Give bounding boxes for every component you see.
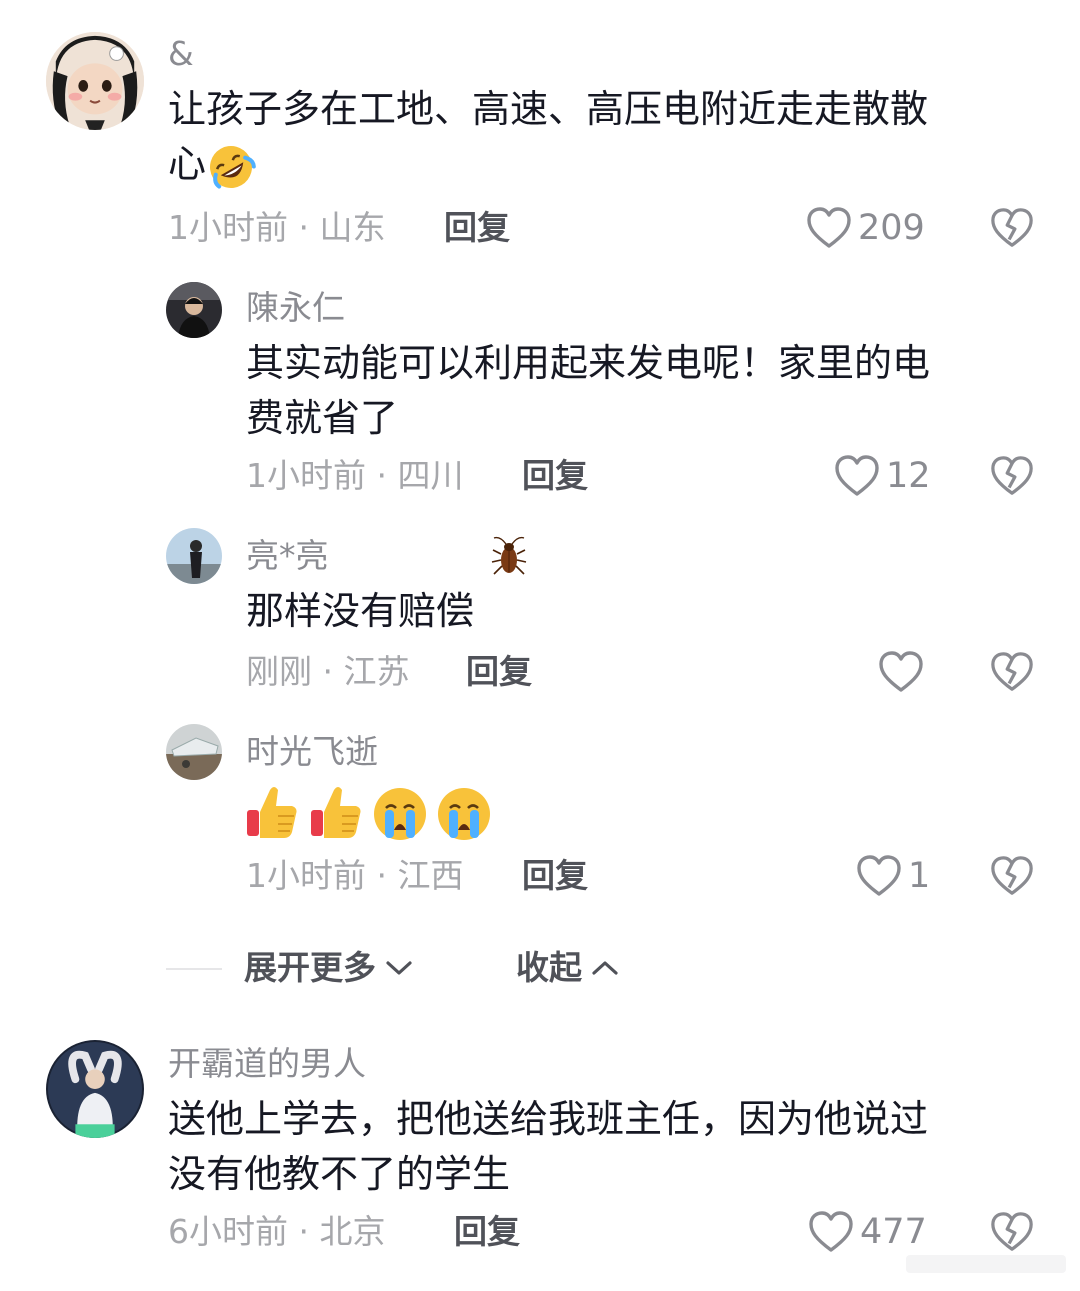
rolling-on-floor-laughing-emoji bbox=[206, 142, 256, 192]
heart-icon bbox=[857, 855, 901, 896]
avatar-image bbox=[46, 1040, 144, 1138]
heart-icon bbox=[879, 651, 923, 692]
reply-button[interactable]: 回复 bbox=[454, 1212, 520, 1252]
thumbs-up-emoji bbox=[311, 787, 361, 838]
comment-text: 送他上学去，把他送给我班主任，因为他说过 没有他教不了的学生 bbox=[168, 1092, 1048, 1202]
watermark bbox=[906, 1249, 1066, 1279]
dislike-button[interactable] bbox=[990, 206, 1034, 250]
chevron-up-icon bbox=[592, 961, 618, 975]
broken-heart-icon bbox=[991, 652, 1033, 691]
broken-heart-icon bbox=[991, 208, 1033, 247]
comment-username[interactable]: & bbox=[168, 34, 194, 74]
reply-text-line: 费就省了 bbox=[246, 396, 399, 440]
avatar-image bbox=[166, 282, 222, 338]
dislike-button[interactable] bbox=[990, 650, 1034, 694]
avatar[interactable] bbox=[166, 282, 222, 338]
reply-button[interactable]: 回复 bbox=[444, 208, 510, 248]
reply-button[interactable]: 回复 bbox=[522, 856, 588, 896]
comment-time-location: 1小时前 · 山东 bbox=[168, 208, 386, 247]
heart-icon bbox=[809, 1211, 853, 1252]
comment-text: 让孩子多在工地、高速、高压电附近走走散散 心 bbox=[168, 82, 1028, 192]
reply-button[interactable]: 回复 bbox=[466, 652, 532, 692]
reply-item: 时光飞逝 1小时前 · 江西 回复 1 bbox=[0, 716, 1080, 916]
avatar-image bbox=[46, 32, 144, 130]
reply-text: 其实动能可以利用起来发电呢！家里的电 费就省了 bbox=[246, 336, 1046, 446]
chevron-down-icon bbox=[386, 961, 412, 975]
like-button[interactable]: 1 bbox=[856, 852, 930, 900]
dislike-button[interactable] bbox=[990, 854, 1034, 898]
reply-button[interactable]: 回复 bbox=[522, 456, 588, 496]
cockroach-icon bbox=[490, 536, 528, 578]
reply-username[interactable]: 亮*亮 bbox=[246, 536, 329, 576]
loudly-crying-face-emoji bbox=[438, 788, 490, 840]
reply-username[interactable]: 时光飞逝 bbox=[246, 732, 378, 772]
collapse-label: 收起 bbox=[516, 948, 582, 987]
avatar-image bbox=[166, 528, 222, 584]
comment-text-line: 没有他教不了的学生 bbox=[168, 1152, 511, 1196]
comment-username[interactable]: 开霸道的男人 bbox=[168, 1044, 366, 1084]
avatar[interactable] bbox=[46, 1040, 144, 1138]
reply-item: 亮*亮 那样没有赔偿 刚刚 · 江苏 回复 bbox=[0, 520, 1080, 700]
expand-more-button[interactable]: 展开更多 bbox=[244, 948, 414, 988]
reply-username[interactable]: 陳永仁 bbox=[246, 288, 345, 328]
comment-text-line: 心 bbox=[168, 137, 1028, 192]
reply-text: 那样没有赔偿 bbox=[246, 584, 1046, 639]
reply-emoji-row bbox=[244, 784, 492, 846]
reply-text-line: 其实动能可以利用起来发电呢！家里的电 bbox=[246, 341, 931, 385]
avatar[interactable] bbox=[46, 32, 144, 130]
dislike-button[interactable] bbox=[990, 454, 1034, 498]
comment-text-tail: 心 bbox=[168, 142, 207, 186]
broken-heart-icon bbox=[991, 1212, 1033, 1251]
heart-icon bbox=[807, 207, 851, 248]
heart-icon bbox=[835, 455, 879, 496]
thumbs-up-emoji bbox=[247, 787, 297, 838]
loudly-crying-face-emoji bbox=[374, 788, 426, 840]
like-count: 209 bbox=[858, 208, 925, 248]
like-count: 1 bbox=[908, 856, 931, 896]
like-button[interactable]: 12 bbox=[834, 452, 931, 500]
broken-heart-icon bbox=[991, 456, 1033, 495]
like-button[interactable] bbox=[878, 648, 930, 696]
reply-time-location: 1小时前 · 四川 bbox=[246, 456, 464, 495]
avatar-image bbox=[166, 724, 222, 780]
dislike-button[interactable] bbox=[990, 1210, 1034, 1254]
comment-text-line: 送他上学去，把他送给我班主任，因为他说过 bbox=[168, 1097, 929, 1141]
reply-item: 陳永仁 其实动能可以利用起来发电呢！家里的电 费就省了 1小时前 · 四川 回复… bbox=[0, 270, 1080, 510]
expand-more-label: 展开更多 bbox=[244, 948, 376, 987]
comment-item: & 让孩子多在工地、高速、高压电附近走走散散 心 1小时前 · 山东 回复 20… bbox=[0, 0, 1080, 260]
reply-time-location: 刚刚 · 江苏 bbox=[246, 652, 410, 691]
reply-time-location: 1小时前 · 江西 bbox=[246, 856, 464, 895]
divider-line bbox=[166, 968, 222, 970]
comment-text-line: 让孩子多在工地、高速、高压电附近走走散散 bbox=[168, 87, 929, 131]
avatar[interactable] bbox=[166, 528, 222, 584]
comment-time-location: 6小时前 · 北京 bbox=[168, 1212, 386, 1251]
like-count: 12 bbox=[886, 456, 931, 496]
avatar[interactable] bbox=[166, 724, 222, 780]
broken-heart-icon bbox=[991, 856, 1033, 895]
like-button[interactable]: 209 bbox=[806, 204, 925, 252]
like-count: 477 bbox=[860, 1212, 927, 1252]
collapse-button[interactable]: 收起 bbox=[516, 948, 620, 988]
reply-text-line: 那样没有赔偿 bbox=[246, 589, 475, 633]
